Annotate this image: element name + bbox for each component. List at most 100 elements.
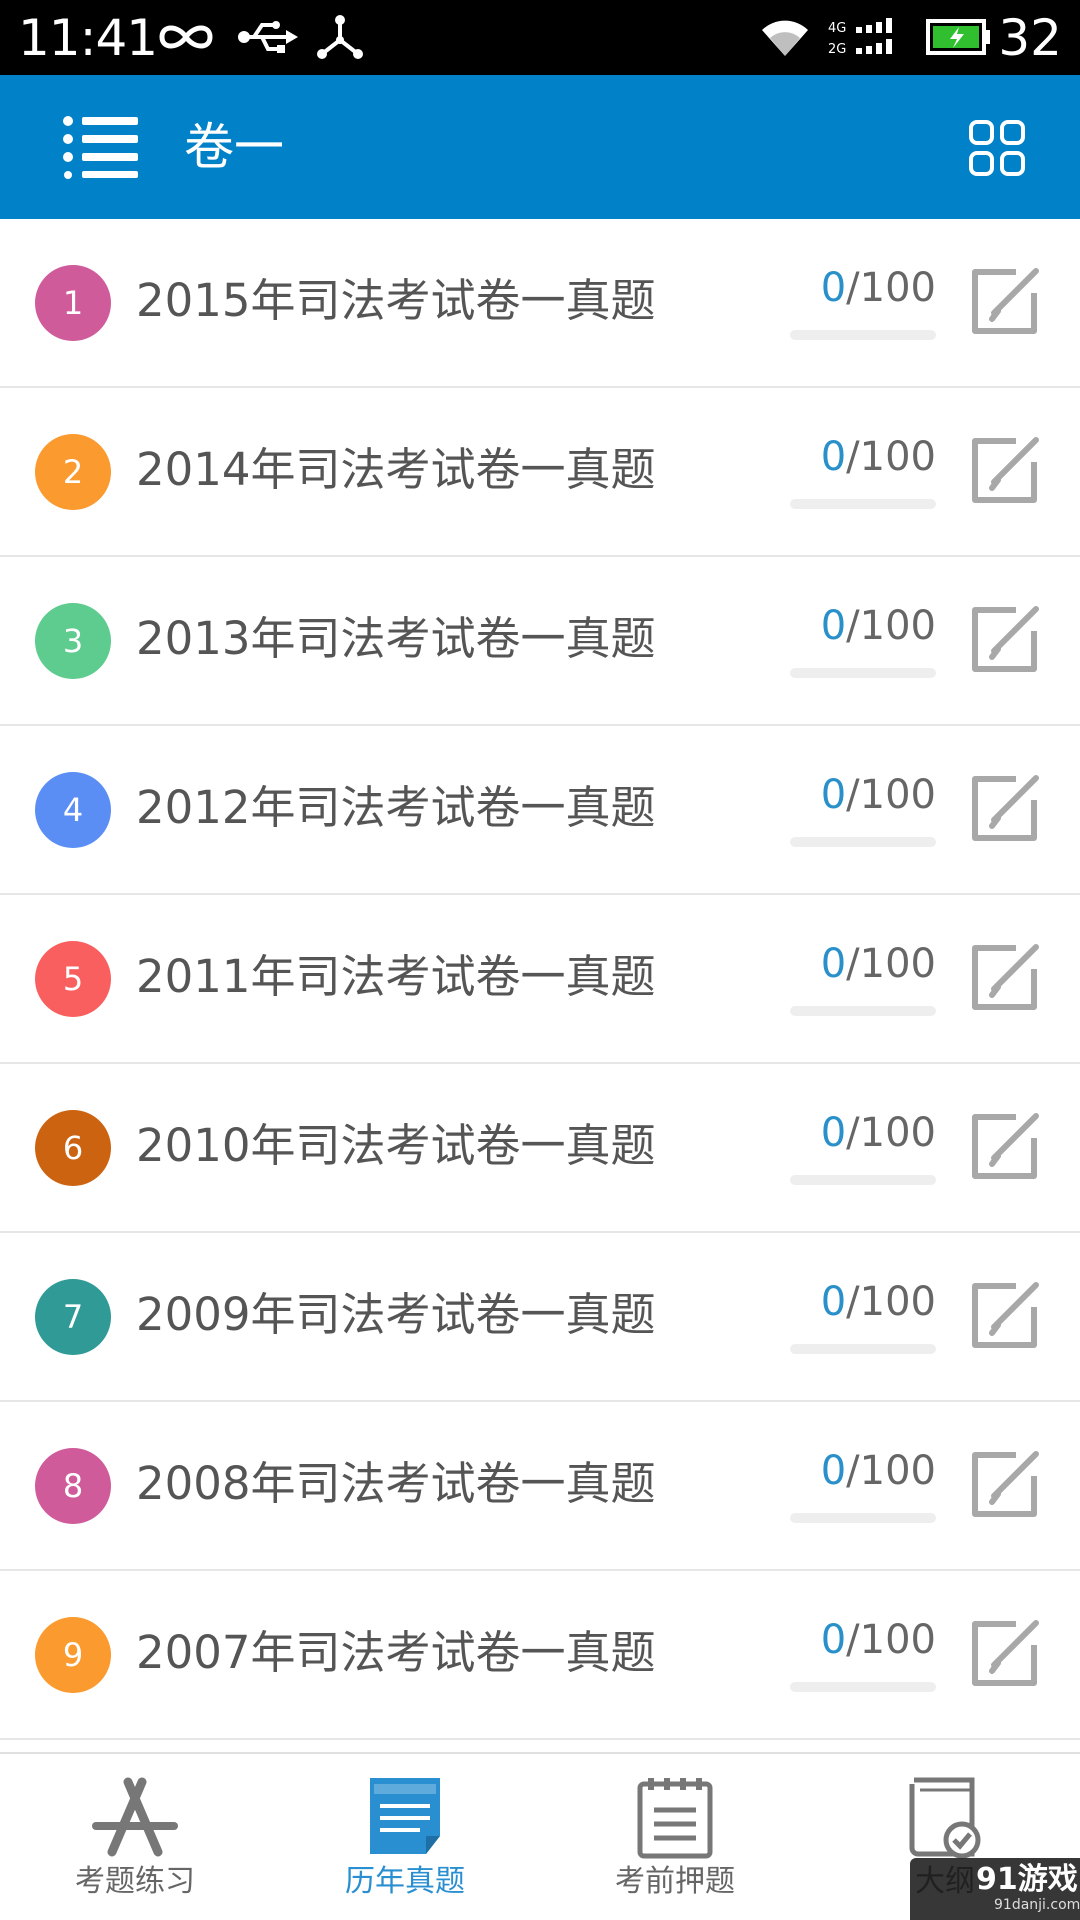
exam-paper-row[interactable]: 4 2012年司法考试卷一真题 0/100 <box>0 726 1080 895</box>
edit-button[interactable] <box>970 1277 1046 1353</box>
tab-past-papers[interactable]: 历年真题 <box>270 1754 540 1920</box>
edit-button[interactable] <box>970 1615 1046 1691</box>
status-time: 11:41 <box>18 9 158 67</box>
paper-score: 0/100 <box>790 1108 936 1158</box>
exam-paper-list: 1 2015年司法考试卷一真题 0/100 2 2014年司法考试卷一真题 0/… <box>0 219 1080 1740</box>
paper-title: 2012年司法考试卷一真题 <box>136 781 656 834</box>
paper-title: 2014年司法考试卷一真题 <box>136 443 656 496</box>
document-icon <box>370 1778 440 1854</box>
score-progress-bar <box>790 499 936 509</box>
grid-view-button[interactable] <box>968 119 1026 177</box>
score-progress-bar <box>790 330 936 340</box>
paper-title: 2009年司法考试卷一真题 <box>136 1288 656 1341</box>
paper-score: 0/100 <box>790 263 936 313</box>
edit-button[interactable] <box>970 263 1046 339</box>
score-got: 0 <box>820 1448 847 1494</box>
score-progress-bar <box>790 668 936 678</box>
score-progress-bar <box>790 1006 936 1016</box>
share-nodes-icon <box>316 12 364 62</box>
paper-number-badge: 6 <box>35 1110 111 1186</box>
edit-button[interactable] <box>970 1108 1046 1184</box>
score-progress-bar <box>790 1513 936 1523</box>
paper-number-badge: 4 <box>35 772 111 848</box>
tab-predicted[interactable]: 考前押题 <box>540 1754 810 1920</box>
edit-button[interactable] <box>970 601 1046 677</box>
paper-number-badge: 2 <box>35 434 111 510</box>
infinity-icon <box>156 12 216 62</box>
score-progress-bar <box>790 1175 936 1185</box>
score-got: 0 <box>820 1279 847 1325</box>
exam-paper-row[interactable]: 5 2011年司法考试卷一真题 0/100 <box>0 895 1080 1064</box>
edit-icon <box>972 1113 1039 1179</box>
exam-paper-row[interactable]: 8 2008年司法考试卷一真题 0/100 <box>0 1402 1080 1571</box>
list-menu-icon <box>63 116 138 179</box>
score-total: /100 <box>846 941 936 987</box>
signal-icon: 4G 2G <box>826 12 906 62</box>
exam-paper-row[interactable]: 6 2010年司法考试卷一真题 0/100 <box>0 1064 1080 1233</box>
score-total: /100 <box>846 772 936 818</box>
watermark: 91游戏 91danji.com <box>910 1858 1080 1920</box>
edit-button[interactable] <box>970 1446 1046 1522</box>
edit-icon <box>972 437 1039 503</box>
paper-title: 2007年司法考试卷一真题 <box>136 1626 656 1679</box>
tab-label: 考前押题 <box>615 1864 735 1899</box>
score-total: /100 <box>846 1617 936 1663</box>
edit-icon <box>972 606 1039 672</box>
score-got: 0 <box>820 265 847 311</box>
paper-number-badge: 5 <box>35 941 111 1017</box>
score-progress-bar <box>790 1344 936 1354</box>
edit-button[interactable] <box>970 939 1046 1015</box>
edit-icon <box>972 944 1039 1010</box>
battery-level: 32 <box>998 9 1062 67</box>
book-check-icon <box>909 1777 981 1859</box>
paper-score: 0/100 <box>790 432 936 482</box>
paper-score: 0/100 <box>790 939 936 989</box>
score-got: 0 <box>820 1617 847 1663</box>
paper-score: 0/100 <box>790 601 936 651</box>
exam-paper-row[interactable]: 3 2013年司法考试卷一真题 0/100 <box>0 557 1080 726</box>
app-bar: 卷一 <box>0 75 1080 219</box>
wifi-icon <box>760 12 810 62</box>
score-progress-bar <box>790 1682 936 1692</box>
menu-button[interactable] <box>62 115 138 179</box>
paper-number-badge: 3 <box>35 603 111 679</box>
exam-paper-row[interactable]: 2 2014年司法考试卷一真题 0/100 <box>0 388 1080 557</box>
network-2g-label: 2G <box>828 42 846 57</box>
network-4g-label: 4G <box>828 21 846 36</box>
paper-title: 2008年司法考试卷一真题 <box>136 1457 656 1510</box>
score-got: 0 <box>820 603 847 649</box>
watermark-site: 91danji.com <box>994 1897 1080 1913</box>
edit-button[interactable] <box>970 432 1046 508</box>
score-got: 0 <box>820 1110 847 1156</box>
score-total: /100 <box>846 1448 936 1494</box>
edit-icon <box>972 1282 1039 1348</box>
exam-paper-row[interactable]: 1 2015年司法考试卷一真题 0/100 <box>0 219 1080 388</box>
paper-number-badge: 1 <box>35 265 111 341</box>
score-total: /100 <box>846 603 936 649</box>
battery-icon <box>926 12 992 62</box>
tab-label: 考题练习 <box>75 1864 195 1899</box>
score-total: /100 <box>846 1279 936 1325</box>
paper-title: 2015年司法考试卷一真题 <box>136 274 656 327</box>
paper-title: 2011年司法考试卷一真题 <box>136 950 656 1003</box>
usb-icon <box>236 12 298 62</box>
score-got: 0 <box>820 434 847 480</box>
score-total: /100 <box>846 265 936 311</box>
exam-paper-row[interactable]: 9 2007年司法考试卷一真题 0/100 <box>0 1571 1080 1740</box>
exam-paper-row[interactable]: 7 2009年司法考试卷一真题 0/100 <box>0 1233 1080 1402</box>
edit-button[interactable] <box>970 770 1046 846</box>
grid-icon <box>969 120 1025 176</box>
score-got: 0 <box>820 772 847 818</box>
paper-number-badge: 9 <box>35 1617 111 1693</box>
paper-score: 0/100 <box>790 770 936 820</box>
tab-practice[interactable]: 考题练习 <box>0 1754 270 1920</box>
paper-number-badge: 8 <box>35 1448 111 1524</box>
edit-icon <box>972 1451 1039 1517</box>
score-total: /100 <box>846 1110 936 1156</box>
paper-title: 2010年司法考试卷一真题 <box>136 1119 656 1172</box>
notepad-icon <box>637 1778 713 1859</box>
page-title: 卷一 <box>184 118 284 176</box>
watermark-logo: 91游戏 <box>976 1862 1078 1897</box>
score-got: 0 <box>820 941 847 987</box>
paper-score: 0/100 <box>790 1615 936 1665</box>
